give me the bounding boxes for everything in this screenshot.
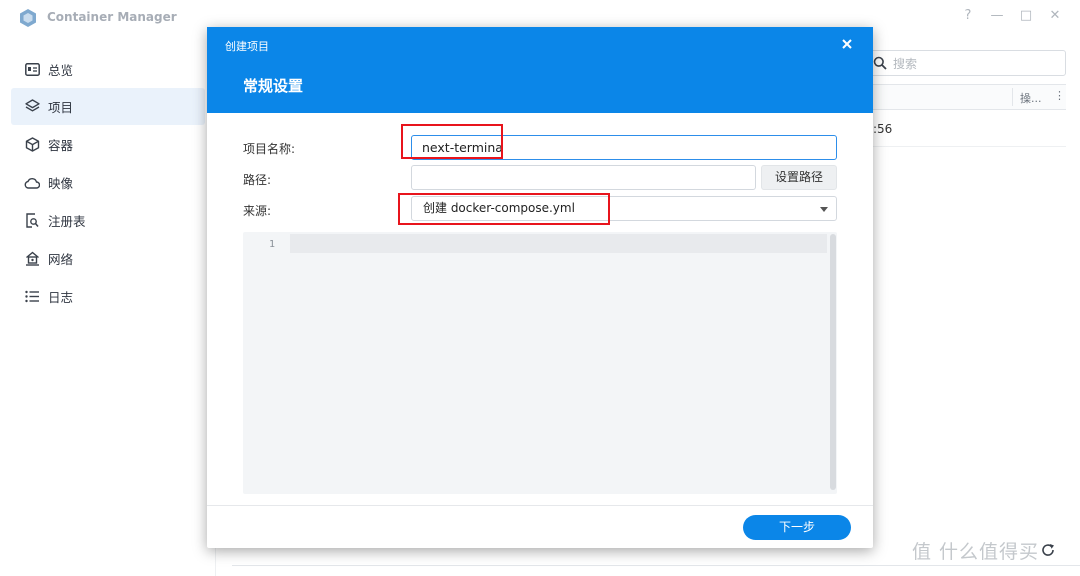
project-name-label: 项目名称: <box>243 142 296 156</box>
next-button[interactable]: 下一步 <box>743 515 851 540</box>
sidebar-item-label: 日志 <box>48 290 74 305</box>
dialog-footer-divider <box>207 505 873 506</box>
table-row-time: :56 <box>873 122 893 136</box>
maximize-icon[interactable]: □ <box>1017 8 1035 23</box>
watermark: 值 什么值得买 <box>912 541 1040 563</box>
refresh-icon[interactable] <box>1040 542 1056 558</box>
compose-editor[interactable]: 1 <box>243 232 837 494</box>
cloud-icon <box>24 175 40 191</box>
source-label: 来源: <box>243 204 272 218</box>
sidebar-item-image[interactable]: 映像 <box>11 164 205 201</box>
sidebar-item-label: 网络 <box>48 252 74 267</box>
sidebar-item-container[interactable]: 容器 <box>11 126 205 163</box>
search-icon <box>873 56 887 70</box>
registry-search-icon <box>24 213 40 229</box>
sidebar-item-label: 项目 <box>48 100 74 115</box>
cube-icon <box>24 137 40 153</box>
path-label: 路径: <box>243 173 272 187</box>
network-home-icon <box>24 251 40 267</box>
dialog-header: 创建项目 常规设置 <box>207 27 873 113</box>
path-input[interactable] <box>411 165 756 190</box>
app-title: Container Manager <box>47 10 177 24</box>
layers-icon <box>24 99 40 115</box>
column-header-operation[interactable]: 操... <box>1020 90 1042 106</box>
minimize-icon[interactable]: — <box>988 8 1006 23</box>
dialog-title: 创建项目 <box>225 40 269 53</box>
annotation-box-project-name <box>401 124 503 159</box>
table-row-divider <box>860 146 1066 147</box>
annotation-box-source <box>398 193 610 225</box>
sidebar-item-log[interactable]: 日志 <box>11 278 205 315</box>
create-project-dialog: 创建项目 常规设置 项目名称: next-termina 路径: 设置路径 来源… <box>207 27 873 548</box>
set-path-button[interactable]: 设置路径 <box>761 165 837 190</box>
dialog-subtitle: 常规设置 <box>243 77 304 95</box>
footer-divider <box>232 565 1080 566</box>
editor-current-line[interactable] <box>290 234 827 253</box>
close-window-icon[interactable]: ✕ <box>1046 8 1064 23</box>
sidebar-item-label: 注册表 <box>48 214 86 229</box>
help-icon[interactable]: ? <box>959 8 977 23</box>
editor-scroll-thumb[interactable] <box>830 234 836 490</box>
sidebar-item-registry[interactable]: 注册表 <box>11 202 205 239</box>
sidebar-item-label: 总览 <box>48 63 74 78</box>
editor-line-number: 1 <box>269 239 276 250</box>
editor-scrollbar[interactable] <box>830 232 837 494</box>
overview-icon <box>24 62 40 78</box>
container-manager-logo-icon <box>20 9 36 27</box>
sidebar-item-network[interactable]: 网络 <box>11 240 205 277</box>
chevron-down-icon <box>820 207 828 212</box>
column-menu-icon[interactable]: ⋮ <box>1054 89 1065 102</box>
sidebar: 总览 项目 容器 映像 注册表 网络 日志 <box>0 36 216 576</box>
sidebar-item-project[interactable]: 项目 <box>11 88 205 125</box>
sidebar-item-label: 容器 <box>48 138 74 153</box>
sidebar-item-label: 映像 <box>48 176 74 191</box>
column-divider <box>1012 88 1013 106</box>
close-icon[interactable] <box>839 36 855 52</box>
sidebar-item-overview[interactable]: 总览 <box>11 51 205 88</box>
list-icon <box>24 289 40 305</box>
search-placeholder: 搜索 <box>893 57 918 71</box>
